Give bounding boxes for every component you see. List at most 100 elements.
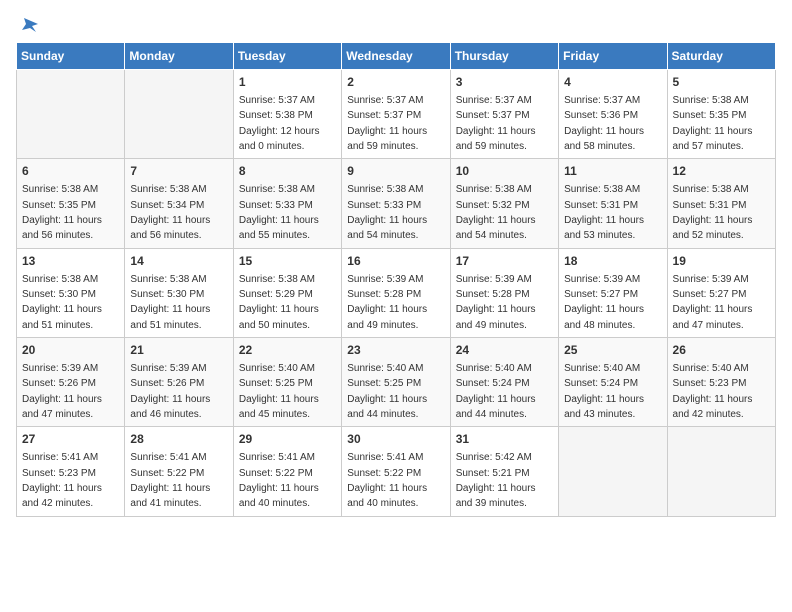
day-number: 25 bbox=[564, 342, 661, 359]
day-info: Sunrise: 5:38 AM Sunset: 5:34 PM Dayligh… bbox=[130, 184, 210, 241]
day-info: Sunrise: 5:37 AM Sunset: 5:38 PM Dayligh… bbox=[239, 95, 320, 152]
day-cell: 9 Sunrise: 5:38 AM Sunset: 5:33 PM Daylig… bbox=[342, 159, 450, 248]
day-info: Sunrise: 5:40 AM Sunset: 5:24 PM Dayligh… bbox=[564, 363, 644, 420]
day-number: 10 bbox=[456, 163, 553, 180]
day-number: 16 bbox=[347, 253, 444, 270]
day-cell bbox=[17, 70, 125, 159]
day-number: 18 bbox=[564, 253, 661, 270]
day-cell: 14 Sunrise: 5:38 AM Sunset: 5:30 PM Dayli… bbox=[125, 248, 233, 337]
day-info: Sunrise: 5:38 AM Sunset: 5:33 PM Dayligh… bbox=[347, 184, 427, 241]
day-info: Sunrise: 5:40 AM Sunset: 5:23 PM Dayligh… bbox=[673, 363, 753, 420]
day-number: 8 bbox=[239, 163, 336, 180]
day-cell: 17 Sunrise: 5:39 AM Sunset: 5:28 PM Dayli… bbox=[450, 248, 558, 337]
day-number: 30 bbox=[347, 431, 444, 448]
day-info: Sunrise: 5:38 AM Sunset: 5:35 PM Dayligh… bbox=[22, 184, 102, 241]
day-number: 13 bbox=[22, 253, 119, 270]
logo bbox=[16, 16, 40, 32]
calendar-header: SundayMondayTuesdayWednesdayThursdayFrid… bbox=[17, 43, 776, 70]
header-row: SundayMondayTuesdayWednesdayThursdayFrid… bbox=[17, 43, 776, 70]
day-cell: 25 Sunrise: 5:40 AM Sunset: 5:24 PM Dayli… bbox=[559, 338, 667, 427]
day-cell: 22 Sunrise: 5:40 AM Sunset: 5:25 PM Dayli… bbox=[233, 338, 341, 427]
day-info: Sunrise: 5:38 AM Sunset: 5:31 PM Dayligh… bbox=[673, 184, 753, 241]
day-info: Sunrise: 5:39 AM Sunset: 5:26 PM Dayligh… bbox=[130, 363, 210, 420]
logo-bird-icon bbox=[18, 16, 40, 34]
week-row-2: 6 Sunrise: 5:38 AM Sunset: 5:35 PM Daylig… bbox=[17, 159, 776, 248]
day-number: 21 bbox=[130, 342, 227, 359]
week-row-1: 1 Sunrise: 5:37 AM Sunset: 5:38 PM Daylig… bbox=[17, 70, 776, 159]
day-cell: 4Sunrise: 5:37 AM Sunset: 5:36 PM Daylig… bbox=[559, 70, 667, 159]
day-info: Sunrise: 5:38 AM Sunset: 5:29 PM Dayligh… bbox=[239, 274, 319, 331]
header-cell-monday: Monday bbox=[125, 43, 233, 70]
day-cell: 10Sunrise: 5:38 AM Sunset: 5:32 PM Dayli… bbox=[450, 159, 558, 248]
day-cell: 3 Sunrise: 5:37 AM Sunset: 5:37 PM Daylig… bbox=[450, 70, 558, 159]
week-row-3: 13 Sunrise: 5:38 AM Sunset: 5:30 PM Dayli… bbox=[17, 248, 776, 337]
day-number: 11 bbox=[564, 163, 661, 180]
day-cell: 2 Sunrise: 5:37 AM Sunset: 5:37 PM Daylig… bbox=[342, 70, 450, 159]
day-info: Sunrise: 5:41 AM Sunset: 5:22 PM Dayligh… bbox=[239, 452, 319, 509]
day-cell: 15 Sunrise: 5:38 AM Sunset: 5:29 PM Dayli… bbox=[233, 248, 341, 337]
header-cell-friday: Friday bbox=[559, 43, 667, 70]
day-cell: 30 Sunrise: 5:41 AM Sunset: 5:22 PM Dayli… bbox=[342, 427, 450, 516]
day-cell bbox=[559, 427, 667, 516]
day-number: 20 bbox=[22, 342, 119, 359]
header-cell-thursday: Thursday bbox=[450, 43, 558, 70]
day-info: Sunrise: 5:41 AM Sunset: 5:22 PM Dayligh… bbox=[130, 452, 210, 509]
day-number: 27 bbox=[22, 431, 119, 448]
header bbox=[16, 16, 776, 32]
day-info: Sunrise: 5:41 AM Sunset: 5:22 PM Dayligh… bbox=[347, 452, 427, 509]
day-cell: 20 Sunrise: 5:39 AM Sunset: 5:26 PM Dayli… bbox=[17, 338, 125, 427]
day-cell: 6 Sunrise: 5:38 AM Sunset: 5:35 PM Daylig… bbox=[17, 159, 125, 248]
day-number: 6 bbox=[22, 163, 119, 180]
day-cell: 31 Sunrise: 5:42 AM Sunset: 5:21 PM Dayli… bbox=[450, 427, 558, 516]
day-cell: 11 Sunrise: 5:38 AM Sunset: 5:31 PM Dayli… bbox=[559, 159, 667, 248]
day-number: 3 bbox=[456, 74, 553, 91]
day-number: 31 bbox=[456, 431, 553, 448]
day-number: 26 bbox=[673, 342, 770, 359]
day-info: Sunrise: 5:38 AM Sunset: 5:31 PM Dayligh… bbox=[564, 184, 644, 241]
day-number: 14 bbox=[130, 253, 227, 270]
day-cell: 12 Sunrise: 5:38 AM Sunset: 5:31 PM Dayli… bbox=[667, 159, 775, 248]
day-cell: 29 Sunrise: 5:41 AM Sunset: 5:22 PM Dayli… bbox=[233, 427, 341, 516]
calendar-body: 1 Sunrise: 5:37 AM Sunset: 5:38 PM Daylig… bbox=[17, 70, 776, 517]
day-cell bbox=[667, 427, 775, 516]
day-info: Sunrise: 5:39 AM Sunset: 5:27 PM Dayligh… bbox=[673, 274, 753, 331]
day-info: Sunrise: 5:40 AM Sunset: 5:24 PM Dayligh… bbox=[456, 363, 536, 420]
day-info: Sunrise: 5:37 AM Sunset: 5:36 PM Dayligh… bbox=[564, 95, 644, 152]
day-number: 1 bbox=[239, 74, 336, 91]
day-cell bbox=[125, 70, 233, 159]
day-number: 22 bbox=[239, 342, 336, 359]
day-number: 29 bbox=[239, 431, 336, 448]
day-info: Sunrise: 5:38 AM Sunset: 5:30 PM Dayligh… bbox=[22, 274, 102, 331]
day-cell: 27Sunrise: 5:41 AM Sunset: 5:23 PM Dayli… bbox=[17, 427, 125, 516]
day-number: 19 bbox=[673, 253, 770, 270]
day-number: 17 bbox=[456, 253, 553, 270]
day-info: Sunrise: 5:42 AM Sunset: 5:21 PM Dayligh… bbox=[456, 452, 536, 509]
day-info: Sunrise: 5:38 AM Sunset: 5:30 PM Dayligh… bbox=[130, 274, 210, 331]
day-cell: 24Sunrise: 5:40 AM Sunset: 5:24 PM Dayli… bbox=[450, 338, 558, 427]
day-info: Sunrise: 5:37 AM Sunset: 5:37 PM Dayligh… bbox=[347, 95, 427, 152]
day-number: 15 bbox=[239, 253, 336, 270]
day-info: Sunrise: 5:39 AM Sunset: 5:28 PM Dayligh… bbox=[456, 274, 536, 331]
header-cell-tuesday: Tuesday bbox=[233, 43, 341, 70]
day-cell: 7Sunrise: 5:38 AM Sunset: 5:34 PM Daylig… bbox=[125, 159, 233, 248]
logo-container bbox=[16, 16, 40, 32]
day-cell: 18Sunrise: 5:39 AM Sunset: 5:27 PM Dayli… bbox=[559, 248, 667, 337]
header-cell-wednesday: Wednesday bbox=[342, 43, 450, 70]
week-row-4: 20 Sunrise: 5:39 AM Sunset: 5:26 PM Dayli… bbox=[17, 338, 776, 427]
day-cell: 26 Sunrise: 5:40 AM Sunset: 5:23 PM Dayli… bbox=[667, 338, 775, 427]
day-info: Sunrise: 5:39 AM Sunset: 5:26 PM Dayligh… bbox=[22, 363, 102, 420]
day-info: Sunrise: 5:37 AM Sunset: 5:37 PM Dayligh… bbox=[456, 95, 536, 152]
day-number: 12 bbox=[673, 163, 770, 180]
header-cell-sunday: Sunday bbox=[17, 43, 125, 70]
day-cell: 23Sunrise: 5:40 AM Sunset: 5:25 PM Dayli… bbox=[342, 338, 450, 427]
day-cell: 16 Sunrise: 5:39 AM Sunset: 5:28 PM Dayli… bbox=[342, 248, 450, 337]
day-cell: 5Sunrise: 5:38 AM Sunset: 5:35 PM Daylig… bbox=[667, 70, 775, 159]
day-info: Sunrise: 5:40 AM Sunset: 5:25 PM Dayligh… bbox=[239, 363, 319, 420]
day-number: 23 bbox=[347, 342, 444, 359]
day-info: Sunrise: 5:39 AM Sunset: 5:28 PM Dayligh… bbox=[347, 274, 427, 331]
day-number: 2 bbox=[347, 74, 444, 91]
day-cell: 28Sunrise: 5:41 AM Sunset: 5:22 PM Dayli… bbox=[125, 427, 233, 516]
day-number: 5 bbox=[673, 74, 770, 91]
day-number: 9 bbox=[347, 163, 444, 180]
day-cell: 1 Sunrise: 5:37 AM Sunset: 5:38 PM Daylig… bbox=[233, 70, 341, 159]
